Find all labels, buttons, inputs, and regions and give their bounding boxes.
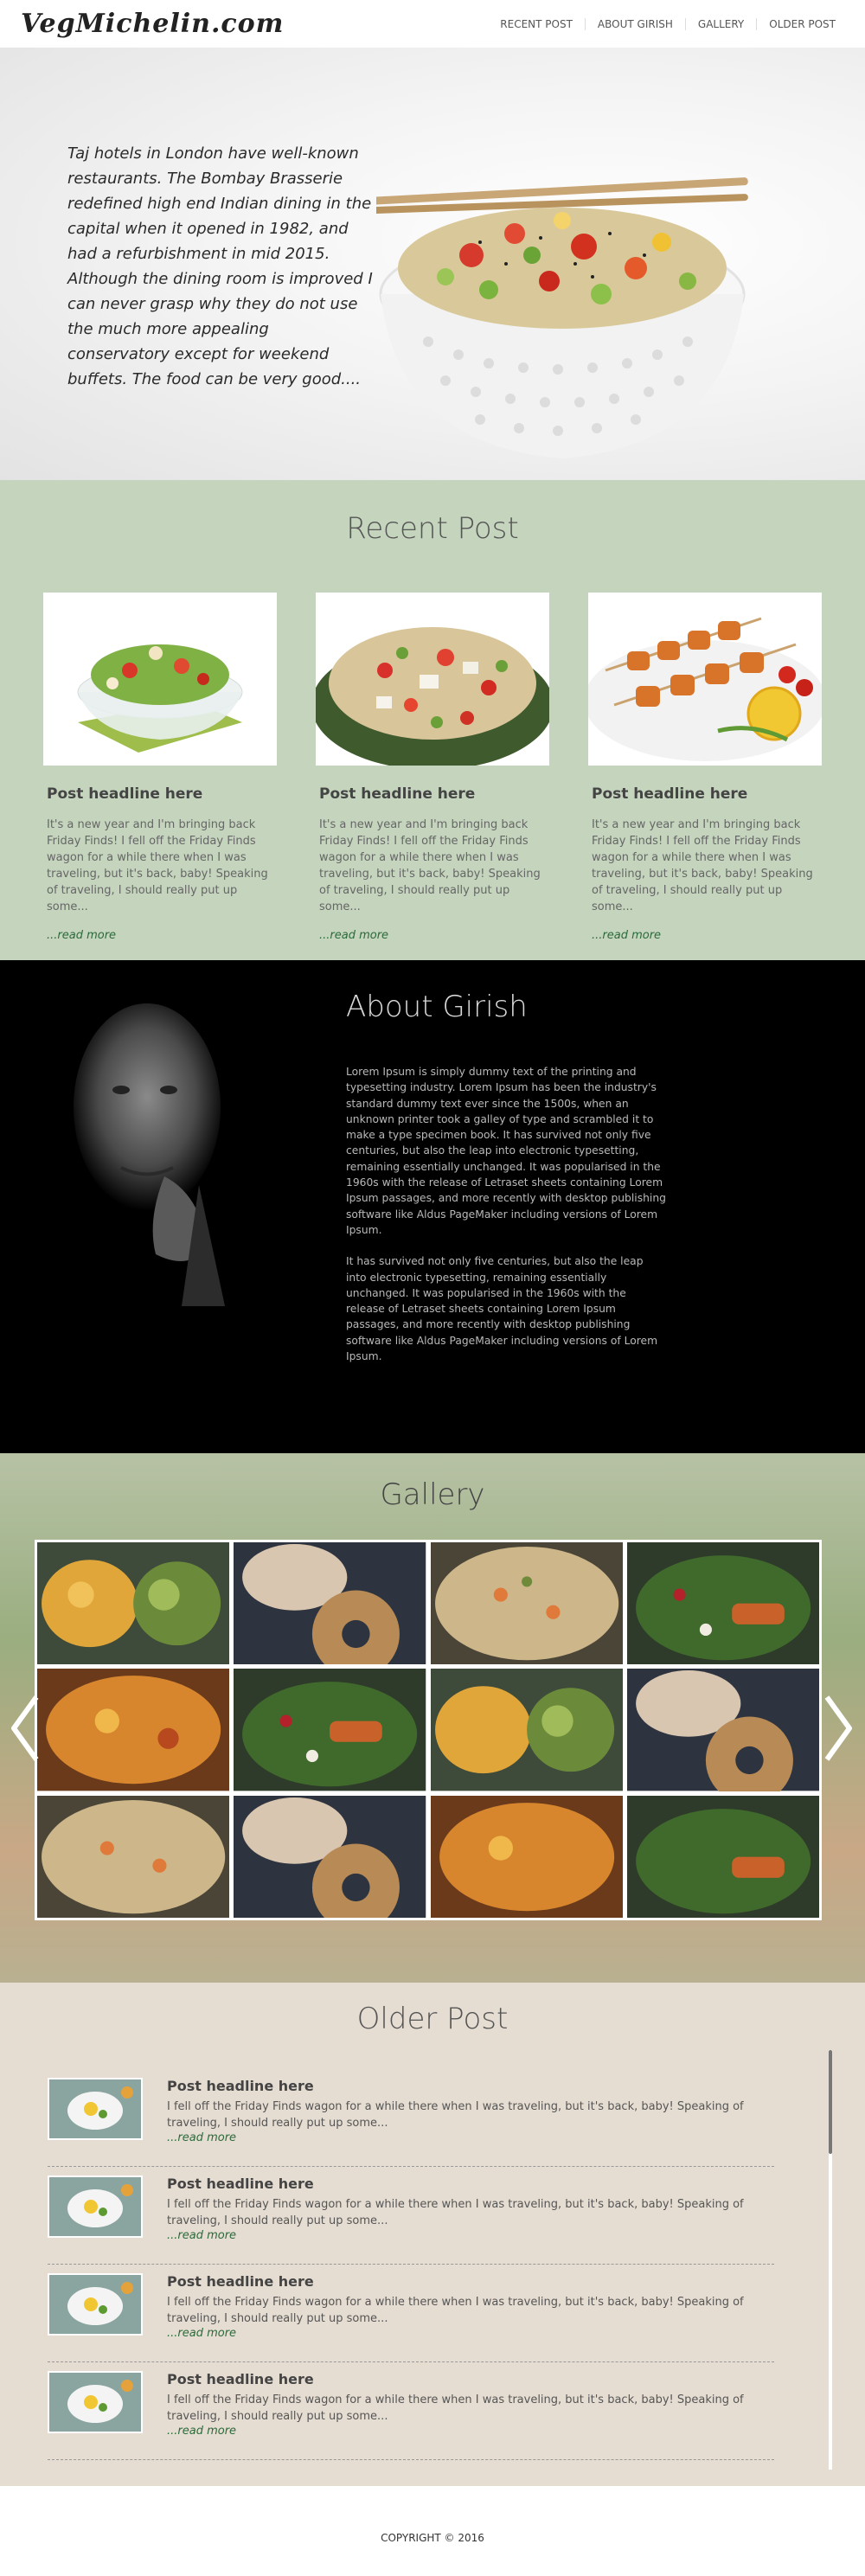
gallery-section: Gallery (0, 1453, 865, 1983)
post-headline[interactable]: Post headline here (167, 2176, 314, 2192)
about-section: About Girish Lorem Ipsum is simply dummy… (0, 960, 865, 1453)
older-post-thumbnail[interactable] (48, 2371, 143, 2433)
site-logo[interactable]: VegMichelin.com (21, 9, 284, 39)
read-more-link[interactable]: ...read more (167, 2229, 236, 2242)
gallery-image-roasted-dish[interactable] (37, 1669, 230, 1791)
post-headline[interactable]: Post headline here (47, 785, 277, 803)
site-footer: COPYRIGHT © 2016 (0, 2486, 865, 2576)
recent-post-title: Recent Post (346, 511, 519, 546)
about-title: About Girish (346, 990, 528, 1024)
post-headline[interactable]: Post headline here (167, 2273, 314, 2290)
read-more-link[interactable]: ...read more (592, 929, 822, 942)
gallery-image-squash-salad[interactable] (430, 1669, 623, 1791)
post-image-couscous-salad[interactable] (316, 593, 549, 766)
hero-text: Taj hotels in London have well-known res… (67, 144, 373, 388)
post-excerpt: It's a new year and I'm bringing back Fr… (319, 818, 541, 913)
older-post-section: Older Post Post headline here I fell off… (0, 1983, 865, 2486)
gallery-image-greens-salad[interactable] (626, 1542, 819, 1665)
older-post-thumbnail[interactable] (48, 2078, 143, 2140)
list-item: Post headline here I fell off the Friday… (48, 2362, 774, 2460)
post-excerpt: I fell off the Friday Finds wagon for a … (167, 2100, 744, 2130)
post-headline[interactable]: Post headline here (319, 785, 549, 803)
about-paragraph: Lorem Ipsum is simply dummy text of the … (346, 1066, 666, 1236)
post-excerpt: I fell off the Friday Finds wagon for a … (167, 2296, 744, 2325)
main-nav: RECENT POST ABOUT GIRISH GALLERY OLDER P… (488, 17, 848, 30)
gallery-image-rice-bowl[interactable] (37, 1795, 230, 1918)
gallery-prev-arrow-icon[interactable] (9, 1694, 43, 1763)
gallery-image-squash-salad[interactable] (37, 1542, 230, 1665)
gallery-image-greens-salad[interactable] (626, 1795, 819, 1918)
post-image-skewers[interactable] (588, 593, 822, 766)
gallery-grid (35, 1540, 822, 1920)
gallery-image-greens-salad[interactable] (234, 1669, 426, 1791)
scrollbar-thumb[interactable] (829, 2050, 832, 2154)
about-text: Lorem Ipsum is simply dummy text of the … (346, 1064, 666, 1380)
gallery-image-bagel-dip[interactable] (626, 1669, 819, 1791)
list-item: Post headline here I fell off the Friday… (48, 2069, 774, 2167)
list-item: Post headline here I fell off the Friday… (48, 2265, 774, 2362)
recent-post-card: Post headline here It's a new year and I… (588, 593, 822, 942)
read-more-link[interactable]: ...read more (319, 929, 549, 942)
salad-bowl-image (376, 177, 748, 458)
read-more-link[interactable]: ...read more (167, 2131, 236, 2144)
post-excerpt: It's a new year and I'm bringing back Fr… (47, 818, 268, 913)
post-excerpt: It's a new year and I'm bringing back Fr… (592, 818, 813, 913)
post-excerpt: I fell off the Friday Finds wagon for a … (167, 2393, 744, 2423)
read-more-link[interactable]: ...read more (167, 2425, 236, 2438)
read-more-link[interactable]: ...read more (167, 2327, 236, 2340)
site-header: VegMichelin.com RECENT POST ABOUT GIRISH… (0, 0, 865, 48)
gallery-image-rice-bowl[interactable] (430, 1542, 623, 1665)
hero-section: Taj hotels in London have well-known res… (0, 48, 865, 480)
author-portrait (26, 960, 260, 1306)
post-headline[interactable]: Post headline here (167, 2371, 314, 2387)
read-more-link[interactable]: ...read more (47, 929, 277, 942)
copyright-text: COPYRIGHT © 2016 (381, 2532, 484, 2544)
gallery-title: Gallery (380, 1477, 485, 1512)
recent-post-card: Post headline here It's a new year and I… (316, 593, 549, 942)
nav-about-girish[interactable]: ABOUT GIRISH (584, 17, 685, 30)
nav-gallery[interactable]: GALLERY (684, 17, 756, 30)
post-headline[interactable]: Post headline here (592, 785, 822, 803)
older-post-thumbnail[interactable] (48, 2273, 143, 2336)
gallery-image-bagel-dip[interactable] (234, 1542, 426, 1665)
gallery-image-roasted-dish[interactable] (430, 1795, 623, 1918)
nav-older-post[interactable]: OLDER POST (756, 17, 848, 30)
nav-recent-post[interactable]: RECENT POST (488, 18, 585, 30)
older-post-list: Post headline here I fell off the Friday… (48, 2069, 774, 2460)
post-image-salad-glass-bowl[interactable] (43, 593, 277, 766)
list-item: Post headline here I fell off the Friday… (48, 2167, 774, 2265)
about-paragraph: It has survived not only five centuries,… (346, 1255, 658, 1363)
older-post-title: Older Post (356, 2002, 509, 2036)
post-excerpt: I fell off the Friday Finds wagon for a … (167, 2198, 744, 2227)
older-post-thumbnail[interactable] (48, 2176, 143, 2238)
gallery-next-arrow-icon[interactable] (820, 1694, 855, 1763)
recent-post-section: Recent Post Post headline here It's a ne… (0, 480, 865, 960)
post-headline[interactable]: Post headline here (167, 2078, 314, 2094)
recent-post-card: Post headline here It's a new year and I… (43, 593, 277, 942)
gallery-image-bagel-dip[interactable] (234, 1795, 426, 1918)
